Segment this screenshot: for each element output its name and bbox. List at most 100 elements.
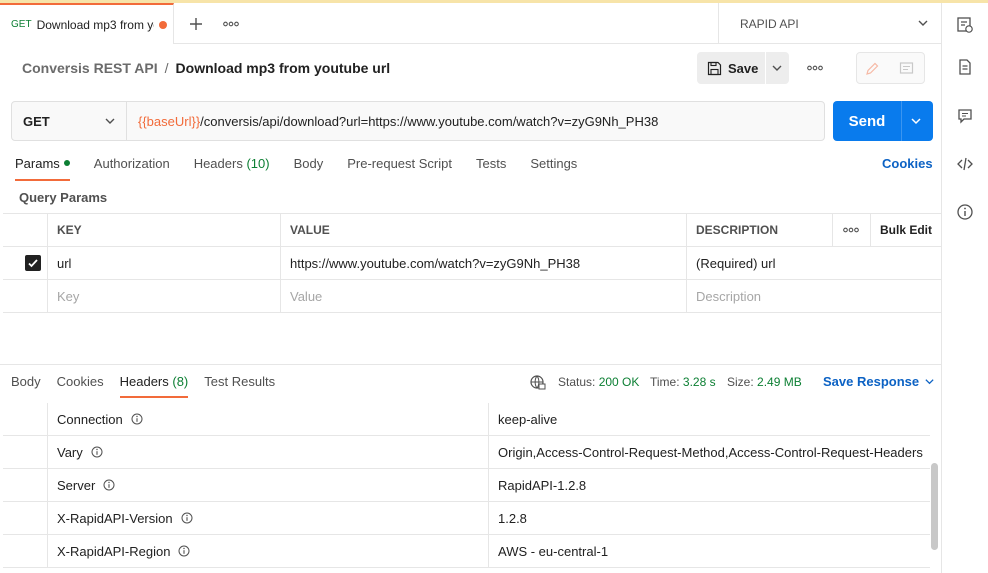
more-icon xyxy=(807,65,823,71)
tab-method: GET xyxy=(11,19,32,30)
request-tabs: Params Authorization Headers (10) Body P… xyxy=(15,156,601,181)
info-icon[interactable] xyxy=(103,479,115,491)
tab-title: Download mp3 from youtube url xyxy=(36,17,154,32)
checkmark-icon xyxy=(25,255,41,271)
url-input[interactable]: {{baseUrl}}/conversis/api/download?url=h… xyxy=(138,102,658,140)
environment-name: RAPID API xyxy=(740,16,799,31)
chevron-down-icon[interactable] xyxy=(771,62,783,74)
chevron-down-icon xyxy=(925,379,934,385)
documentation-icon[interactable] xyxy=(956,58,974,76)
column-options-button[interactable] xyxy=(832,214,870,246)
response-tab-headers[interactable]: Headers (8) xyxy=(119,374,188,398)
environment-quick-look-icon[interactable] xyxy=(956,16,974,34)
tab-authorization-label: Authorization xyxy=(93,156,170,171)
size-readout: Size: 2.49 MB xyxy=(727,375,802,389)
breadcrumb-request[interactable]: Download mp3 from youtube url xyxy=(176,60,391,76)
column-value: VALUE xyxy=(280,214,686,246)
save-icon xyxy=(707,61,722,75)
time-value[interactable]: 3.28 s xyxy=(683,375,716,389)
breadcrumb-collection[interactable]: Conversis REST API xyxy=(22,60,158,76)
time-label: Time: xyxy=(650,375,680,389)
request-options-button[interactable] xyxy=(802,55,828,81)
table-row: X-RapidAPI-Region AWS - eu-central-1 xyxy=(3,535,930,568)
method-value: GET xyxy=(23,113,50,129)
response-tab-body[interactable]: Body xyxy=(11,374,41,397)
header-key-cell: Vary xyxy=(47,436,488,468)
header-value: Origin,Access-Control-Request-Method,Acc… xyxy=(488,436,930,468)
param-key[interactable]: url xyxy=(47,247,280,279)
column-description: DESCRIPTION xyxy=(686,214,832,246)
globe-icon[interactable] xyxy=(529,374,546,391)
param-enabled-checkbox[interactable] xyxy=(3,247,47,279)
new-param-key-input[interactable]: Key xyxy=(47,280,280,312)
tab-authorization[interactable]: Authorization xyxy=(94,156,170,180)
response-tab-cookies[interactable]: Cookies xyxy=(57,374,104,397)
comment-icon[interactable] xyxy=(899,61,914,76)
param-description[interactable]: (Required) url xyxy=(686,247,941,279)
save-label: Save xyxy=(728,60,759,76)
save-divider xyxy=(765,52,766,84)
bulk-edit-button[interactable]: Bulk Edit xyxy=(870,214,941,246)
size-value[interactable]: 2.49 MB xyxy=(757,375,802,389)
url-variable: {{baseUrl}} xyxy=(138,113,201,129)
save-button[interactable]: Save xyxy=(697,52,789,84)
param-value[interactable]: https://www.youtube.com/watch?v=zyG9Nh_P… xyxy=(280,247,686,279)
chevron-down-icon[interactable] xyxy=(910,115,922,127)
unsaved-dot-icon xyxy=(158,20,167,29)
send-button[interactable]: Send xyxy=(833,101,933,141)
table-row: Vary Origin,Access-Control-Request-Metho… xyxy=(3,436,930,469)
code-icon[interactable] xyxy=(956,155,974,173)
info-icon[interactable] xyxy=(178,545,190,557)
tab-body[interactable]: Body xyxy=(294,156,324,180)
more-icon xyxy=(843,227,859,233)
breadcrumb: Conversis REST API / Download mp3 from y… xyxy=(22,60,390,76)
tab-bar: GET Download mp3 from youtube url RAPID … xyxy=(0,3,941,44)
response-bar: Body Cookies Headers (8) Test Results St… xyxy=(0,364,941,398)
cookies-link[interactable]: Cookies xyxy=(882,156,933,171)
info-icon[interactable] xyxy=(91,446,103,458)
header-key: X-RapidAPI-Region xyxy=(57,543,171,559)
tab-headers[interactable]: Headers (10) xyxy=(194,156,270,180)
environment-selector[interactable]: RAPID API xyxy=(718,3,941,44)
right-sidebar xyxy=(941,3,988,573)
tab-params[interactable]: Params xyxy=(15,156,70,181)
response-tab-test-results[interactable]: Test Results xyxy=(204,374,275,397)
tab-prerequest-label: Pre-request Script xyxy=(347,156,452,171)
header-value: RapidAPI-1.2.8 xyxy=(488,469,930,501)
tab-settings[interactable]: Settings xyxy=(530,156,577,180)
table-header-row: KEY VALUE DESCRIPTION Bulk Edit xyxy=(3,214,941,247)
tab-tests[interactable]: Tests xyxy=(476,156,506,180)
info-icon[interactable] xyxy=(956,203,974,221)
tab-options-button[interactable] xyxy=(218,11,244,37)
save-response-button[interactable]: Save Response xyxy=(823,374,935,389)
column-key: KEY xyxy=(47,214,280,246)
table-row: Server RapidAPI-1.2.8 xyxy=(3,469,930,502)
status-label: Status: xyxy=(558,375,596,389)
new-param-description-input[interactable]: Description xyxy=(686,280,941,312)
scrollbar-thumb[interactable] xyxy=(931,463,938,550)
tab-prerequest-script[interactable]: Pre-request Script xyxy=(347,156,452,180)
table-row-empty: Key Value Description xyxy=(3,280,941,313)
method-select[interactable]: GET xyxy=(12,102,127,140)
info-icon[interactable] xyxy=(131,413,143,425)
tab-settings-label: Settings xyxy=(530,156,578,171)
response-tab-cookies-label: Cookies xyxy=(56,374,104,389)
url-path: /conversis/api/download?url=https://www.… xyxy=(200,113,659,129)
new-tab-button[interactable] xyxy=(183,11,209,37)
chevron-down-icon xyxy=(105,118,115,124)
table-row: X-RapidAPI-Version 1.2.8 xyxy=(3,502,930,535)
url-bar: GET {{baseUrl}}/conversis/api/download?u… xyxy=(11,101,825,141)
status-value[interactable]: 200 OK xyxy=(599,375,640,389)
header-key-cell: X-RapidAPI-Version xyxy=(47,502,488,534)
pencil-icon[interactable] xyxy=(865,61,880,76)
edit-button-group xyxy=(856,52,925,84)
header-value: AWS - eu-central-1 xyxy=(488,535,930,567)
tab-headers-count: (10) xyxy=(246,156,270,171)
comments-icon[interactable] xyxy=(956,107,974,125)
response-tab-headers-label: Headers xyxy=(119,374,169,389)
new-param-value-input[interactable]: Value xyxy=(280,280,686,312)
info-icon[interactable] xyxy=(181,512,193,524)
header-key: X-RapidAPI-Version xyxy=(57,510,173,526)
save-response-label: Save Response xyxy=(823,374,920,389)
request-tab[interactable]: GET Download mp3 from youtube url xyxy=(0,3,174,44)
